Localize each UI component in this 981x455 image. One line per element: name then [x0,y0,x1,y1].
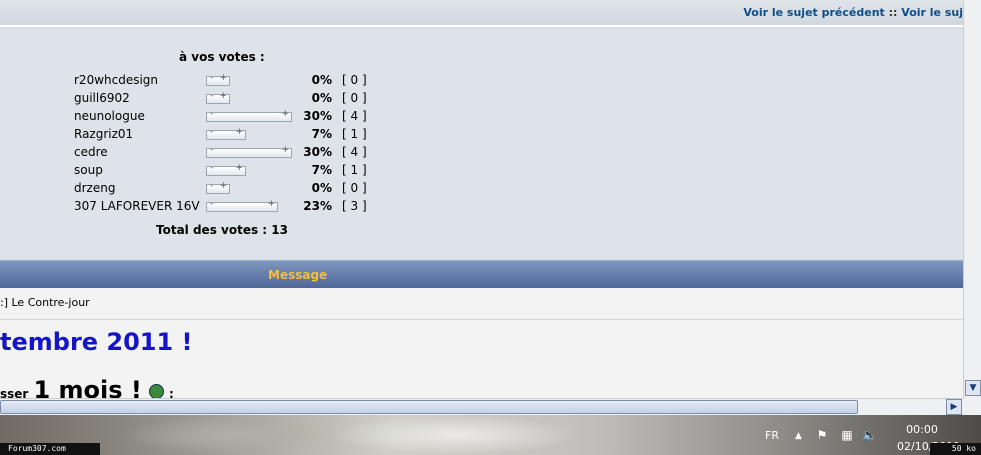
poll-option-count: [ 4 ] [342,109,367,123]
bar-minus-icon: - [210,73,214,83]
bar-plus-icon: + [219,73,227,83]
poll-option-name: cedre [74,145,108,159]
message-body: :] Le Contre-jour tembre 2011 ! sser 1 m… [0,288,963,404]
poll-option-count: [ 1 ] [342,163,367,177]
poll-option-bar: - + [206,181,230,194]
poll-option-count: [ 0 ] [342,91,367,105]
message-subject: :] Le Contre-jour [0,296,90,309]
taskbar-wallpaper [120,415,340,455]
poll-option-name: soup [74,163,103,177]
clock-time[interactable]: 00:00 [900,423,944,436]
poll-option-bar: - + [206,109,292,122]
poll-option-percent: 0% [311,91,332,105]
bar-plus-icon: + [267,199,275,209]
language-indicator[interactable]: FR [765,429,779,442]
poll-option-count: [ 3 ] [342,199,367,213]
poll-option-percent: 30% [303,145,332,159]
previous-topic-link[interactable]: Voir le sujet précédent [743,6,884,19]
poll-option-count: [ 1 ] [342,127,367,141]
poll-option-bar: - + [206,163,246,176]
poll-option-bar: - + [206,199,278,212]
scroll-down-arrow-icon[interactable]: ▼ [965,380,981,396]
poll-option-name: neunologue [74,109,145,123]
poll-option-count: [ 0 ] [342,181,367,195]
volume-icon[interactable]: 🔈 [862,429,877,442]
bar-minus-icon: - [210,163,214,173]
bar-minus-icon: - [210,181,214,191]
poll-total-votes: Total des votes : 13 [156,223,288,237]
poll-results-panel: à vos votes : r20whcdesign - +0%[ 0 ] guill… [0,29,963,259]
scroll-right-arrow-icon[interactable]: ▶ [946,399,962,415]
vertical-scrollbar[interactable]: ▼ [963,0,981,398]
horizontal-scroll-thumb[interactable] [0,400,858,414]
image-size-tag: 50 ko [930,443,981,455]
poll-title: à vos votes : [179,50,265,64]
message-divider [0,319,963,320]
topic-navigation-bar: Voir le sujet précédent :: Voir le suj [0,0,963,27]
poll-option-name: drzeng [74,181,116,195]
bar-plus-icon: + [219,91,227,101]
poll-option-percent: 23% [303,199,332,213]
bar-minus-icon: - [210,127,214,137]
message-column-header: Message [268,268,328,282]
poll-option-bar: - + [206,127,246,140]
poll-option-bar: - + [206,91,230,104]
scrollbar-corner [963,398,981,415]
poll-option-name: guill6902 [74,91,130,105]
bar-plus-icon: + [281,109,289,119]
taskbar: Forum307.com FR ▲ ⚑ ▦ 🔈 00:00 02/10/2011… [0,415,981,455]
bar-plus-icon: + [235,163,243,173]
forum-watermark-tag: Forum307.com [0,443,100,455]
bar-minus-icon: - [210,145,214,155]
poll-option-name: r20whcdesign [74,73,159,87]
poll-option-name: 307 LAFOREVER 16V [74,199,200,213]
bar-plus-icon: + [281,145,289,155]
poll-option-bar: - + [206,73,230,86]
poll-option-percent: 7% [311,127,332,141]
message-header-bar: Message [0,260,963,288]
network-icon[interactable]: ▦ [840,429,854,442]
poll-option-bar: - + [206,145,292,158]
action-center-flag-icon[interactable]: ⚑ [815,429,829,442]
taskbar-wallpaper-highlight [330,415,580,455]
bar-minus-icon: - [210,109,214,119]
topic-nav-links: Voir le sujet précédent :: Voir le suj [743,6,963,19]
poll-option-percent: 0% [311,73,332,87]
bar-plus-icon: + [235,127,243,137]
nav-separator: :: [888,6,898,19]
poll-option-name: Razgriz01 [74,127,134,141]
bar-plus-icon: + [219,181,227,191]
horizontal-scrollbar[interactable]: ▶ [0,398,963,415]
bar-minus-icon: - [210,91,214,101]
bar-minus-icon: - [210,199,214,209]
poll-option-percent: 30% [303,109,332,123]
smiley-icon [148,384,164,399]
poll-option-count: [ 4 ] [342,145,367,159]
next-topic-link[interactable]: Voir le suj [901,6,963,19]
poll-option-percent: 0% [311,181,332,195]
message-heading: tembre 2011 ! [0,328,193,356]
poll-option-percent: 7% [311,163,332,177]
poll-option-count: [ 0 ] [342,73,367,87]
show-hidden-icons-icon[interactable]: ▲ [795,431,802,441]
